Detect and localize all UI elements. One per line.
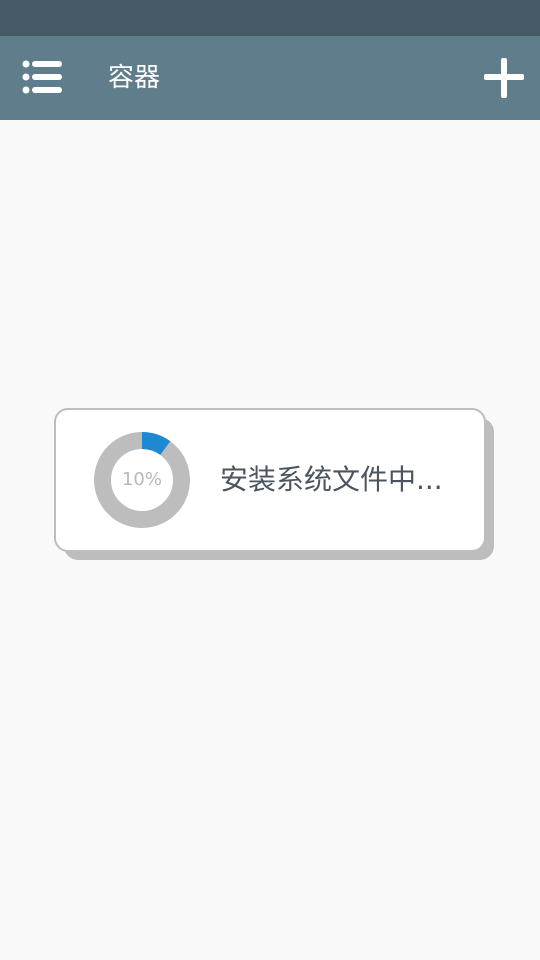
menu-button[interactable] (14, 54, 70, 102)
progress-dialog: 10% 安装系统文件中... (54, 408, 486, 552)
status-bar (0, 0, 540, 36)
progress-percent: 10% (121, 469, 162, 490)
add-container-button[interactable] (476, 52, 532, 104)
page-title: 容器 (108, 63, 161, 93)
app-bar: 容器 (0, 36, 540, 120)
progress-ring: 10% (92, 430, 192, 530)
list-menu-icon (22, 60, 62, 94)
install-status-text: 安装系统文件中... (220, 463, 443, 496)
plus-icon (484, 58, 524, 98)
